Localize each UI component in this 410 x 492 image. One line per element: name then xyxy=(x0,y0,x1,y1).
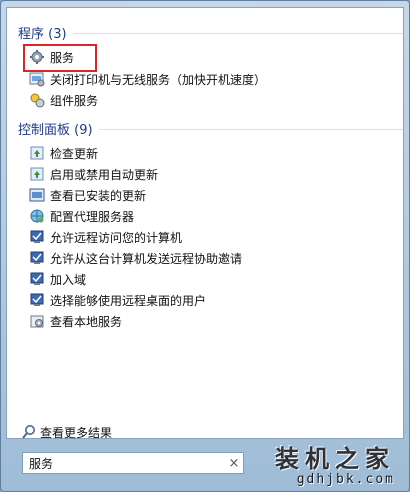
section-programs-header[interactable]: 程序 (3) xyxy=(18,22,403,42)
printer-service-icon xyxy=(29,71,45,87)
section-divider xyxy=(72,32,403,34)
search-value: 服务 xyxy=(29,456,54,471)
result-remote-assist[interactable]: 允许从这台计算机发送远程协助邀请 xyxy=(29,249,242,267)
clear-search-button[interactable]: × xyxy=(225,456,243,471)
section-title: 控制面板 (9) xyxy=(18,122,93,138)
component-services-icon xyxy=(29,92,45,108)
windows-update-icon xyxy=(29,166,45,182)
windows-update-icon xyxy=(29,145,45,161)
proxy-globe-icon xyxy=(29,208,45,224)
result-label: 组件服务 xyxy=(50,93,99,108)
section-divider xyxy=(98,128,403,130)
result-label: 关闭打印机与无线服务（加快开机速度） xyxy=(50,72,267,87)
result-local-services[interactable]: 查看本地服务 xyxy=(29,312,122,330)
search-results-panel: 程序 (3) 服务 关闭打印机与无线服务（加快开机速度） 组件服务 控制面板 (… xyxy=(6,7,404,441)
result-label: 允许从这台计算机发送远程协助邀请 xyxy=(50,251,243,266)
result-proxy[interactable]: 配置代理服务器 xyxy=(29,207,134,225)
see-more-results-link[interactable]: 查看更多结果 xyxy=(21,423,112,441)
system-remote-icon xyxy=(29,292,45,308)
result-label: 加入域 xyxy=(50,272,87,287)
magnifier-icon xyxy=(21,424,37,440)
system-remote-icon xyxy=(29,271,45,287)
result-label: 选择能够使用远程桌面的用户 xyxy=(50,293,207,308)
result-remote-access[interactable]: 允许远程访问您的计算机 xyxy=(29,228,182,246)
section-control-panel-header[interactable]: 控制面板 (9) xyxy=(18,118,403,138)
section-title: 程序 (3) xyxy=(18,26,67,42)
result-check-updates[interactable]: 检查更新 xyxy=(29,144,98,162)
result-auto-update[interactable]: 启用或禁用自动更新 xyxy=(29,165,158,183)
result-label: 配置代理服务器 xyxy=(50,209,135,224)
system-remote-icon xyxy=(29,229,45,245)
result-component-services[interactable]: 组件服务 xyxy=(29,91,98,109)
result-label: 启用或禁用自动更新 xyxy=(50,167,159,182)
result-label: 允许远程访问您的计算机 xyxy=(50,230,183,245)
search-input[interactable]: 服务 × xyxy=(22,452,244,474)
result-services[interactable]: 服务 xyxy=(29,48,74,66)
gear-icon xyxy=(29,49,45,65)
result-label: 查看本地服务 xyxy=(50,314,123,329)
result-join-domain[interactable]: 加入域 xyxy=(29,270,86,288)
result-label: 服务 xyxy=(50,50,75,65)
local-services-icon xyxy=(29,313,45,329)
installed-updates-icon xyxy=(29,187,45,203)
watermark-url: gdhjbk.com xyxy=(296,472,395,487)
result-label: 查看已安装的更新 xyxy=(50,188,147,203)
result-printer-wireless[interactable]: 关闭打印机与无线服务（加快开机速度） xyxy=(29,70,266,88)
result-installed-updates[interactable]: 查看已安装的更新 xyxy=(29,186,146,204)
watermark: 装机之家 gdhjbk.com xyxy=(275,439,395,487)
result-label: 检查更新 xyxy=(50,146,99,161)
result-remote-desktop-users[interactable]: 选择能够使用远程桌面的用户 xyxy=(29,291,206,309)
system-remote-icon xyxy=(29,250,45,266)
start-menu: 程序 (3) 服务 关闭打印机与无线服务（加快开机速度） 组件服务 控制面板 (… xyxy=(0,0,410,492)
see-more-label: 查看更多结果 xyxy=(40,425,113,440)
watermark-title: 装机之家 xyxy=(275,444,395,473)
